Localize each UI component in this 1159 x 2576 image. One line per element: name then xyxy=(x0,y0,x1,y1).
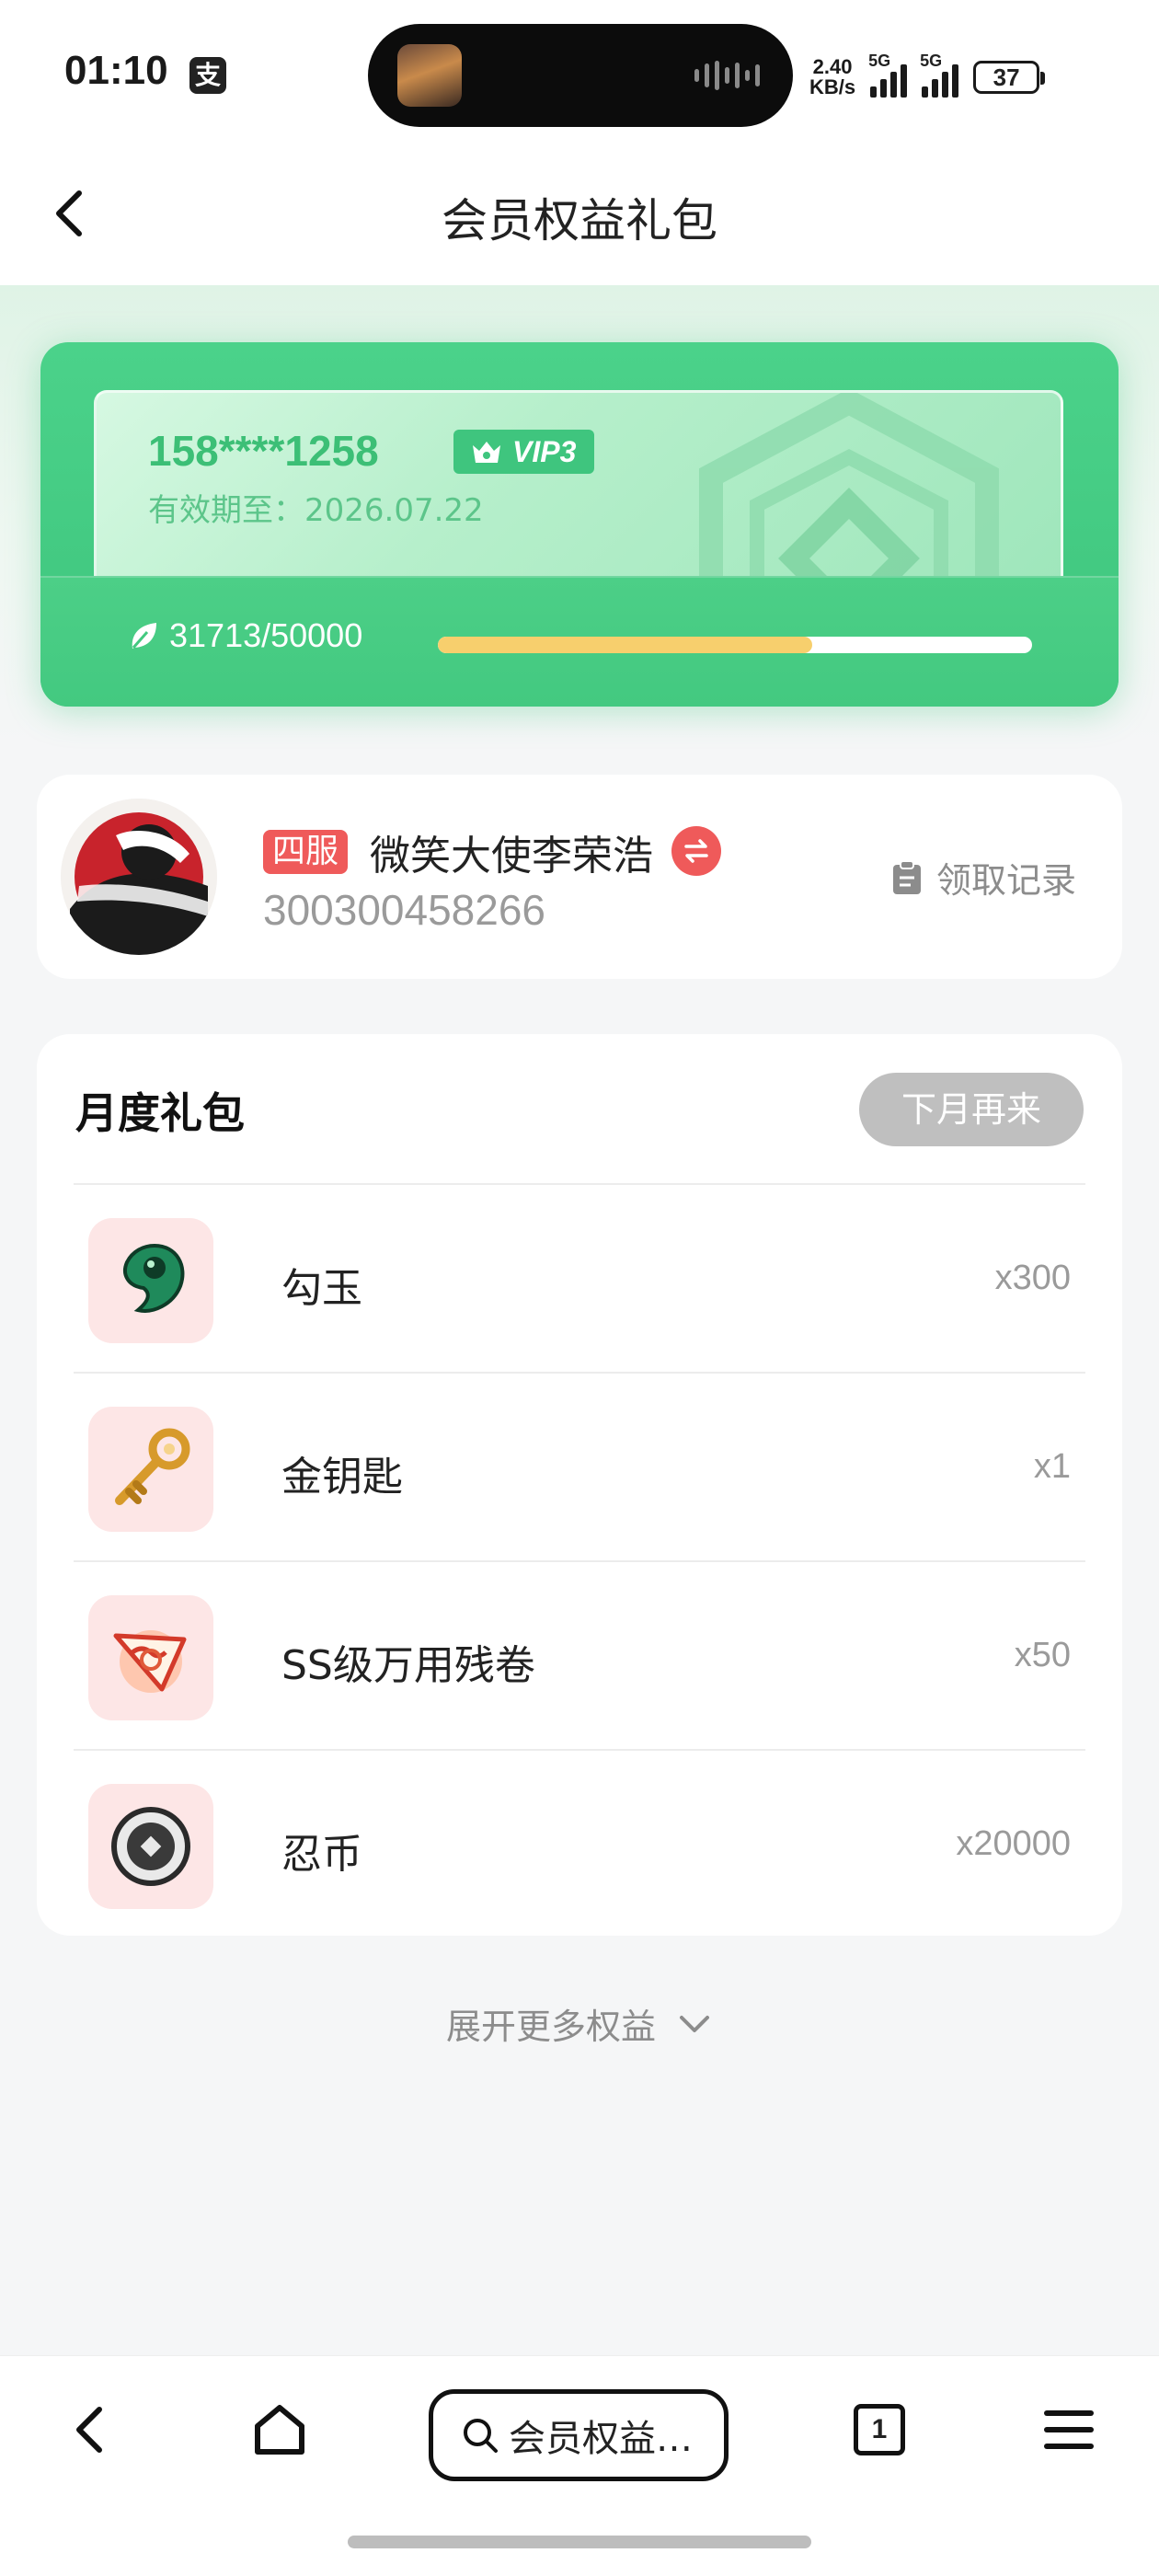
coin-icon xyxy=(88,1784,213,1909)
avatar[interactable] xyxy=(61,799,217,955)
claim-record-link[interactable]: 领取记录 xyxy=(890,852,1076,903)
switch-account-button[interactable] xyxy=(671,826,721,876)
monthly-gift-card: 月度礼包 下月再来 勾玉 x300 金钥匙 x1 SS级万用残卷 x50 忍币 … xyxy=(37,1034,1122,1936)
clipboard-icon xyxy=(892,859,921,894)
tab-count: 1 xyxy=(854,2404,905,2455)
magatama-icon xyxy=(88,1218,213,1343)
member-phone: 158****1258 xyxy=(148,427,379,475)
page-header: 会员权益礼包 xyxy=(0,147,1159,285)
search-icon xyxy=(464,2419,498,2453)
page-title: 会员权益礼包 xyxy=(442,194,717,247)
points-text: 31713/50000 xyxy=(169,616,363,654)
points-bar: 31713/50000 xyxy=(40,576,1119,707)
vip-expiry: 有效期至：2026.07.22 xyxy=(148,492,484,529)
browser-home-button[interactable] xyxy=(243,2393,316,2467)
gift-quantity: x50 xyxy=(1014,1636,1071,1674)
come-back-next-month-button[interactable]: 下月再来 xyxy=(859,1073,1084,1146)
signal-icon: 5G xyxy=(868,52,908,98)
points-progress-track xyxy=(438,637,1032,653)
hamburger-menu-icon xyxy=(1044,2410,1094,2449)
user-card: 四服 微笑大使李荣浩 300300458266 领取记录 xyxy=(37,775,1122,979)
battery-icon: 37 xyxy=(973,61,1046,94)
gift-name: SS级万用残卷 xyxy=(281,1642,535,1689)
gift-list: 勾玉 x300 金钥匙 x1 SS级万用残卷 x50 忍币 x20000 xyxy=(74,1183,1085,1938)
gold-key-icon xyxy=(88,1407,213,1532)
audio-wave-icon xyxy=(694,61,760,90)
gift-name: 金钥匙 xyxy=(281,1454,403,1501)
tabs-button[interactable]: 1 xyxy=(843,2393,916,2467)
character-name: 微笑大使李荣浩 xyxy=(370,833,653,880)
signal-icon: 5G xyxy=(920,52,959,98)
gift-quantity: x300 xyxy=(994,1259,1071,1297)
scroll-icon xyxy=(88,1595,213,1720)
swap-icon xyxy=(684,839,708,863)
chevron-down-icon xyxy=(680,2015,710,2032)
browser-back-button[interactable] xyxy=(53,2393,127,2467)
gift-name: 忍币 xyxy=(281,1831,362,1878)
dynamic-island[interactable] xyxy=(368,24,793,127)
list-item: 忍币 x20000 xyxy=(74,1749,1085,1938)
ninja-avatar-icon xyxy=(61,799,217,955)
status-indicators: 2.40 KB/s 5G 5G 37 xyxy=(809,50,1046,105)
status-bar: 01:10 支 2.40 KB/s 5G 5G 37 xyxy=(0,0,1159,147)
media-thumbnail xyxy=(397,44,462,107)
vip-level-badge: VIP3 xyxy=(453,430,595,474)
user-id: 300300458266 xyxy=(263,886,545,934)
gift-name: 勾玉 xyxy=(281,1265,362,1312)
address-bar[interactable]: 会员权益… xyxy=(429,2389,729,2481)
gift-quantity: x20000 xyxy=(956,1824,1071,1863)
chevron-left-icon xyxy=(76,2407,102,2453)
points-info: 31713/50000 xyxy=(125,616,362,655)
expand-more-benefits[interactable]: 展开更多权益 xyxy=(0,1998,1159,2049)
list-item: 金钥匙 x1 xyxy=(74,1372,1085,1560)
menu-button[interactable] xyxy=(1032,2393,1106,2467)
alipay-icon: 支 xyxy=(189,57,226,94)
section-title: 月度礼包 xyxy=(75,1088,245,1138)
vip-card: 158****1258 VIP3 有效期至：2026.07.22 31713/5… xyxy=(40,342,1119,707)
home-indicator[interactable] xyxy=(348,2536,811,2548)
list-item: 勾玉 x300 xyxy=(74,1183,1085,1372)
status-time: 01:10 xyxy=(64,48,168,93)
gift-quantity: x1 xyxy=(1033,1447,1071,1486)
points-progress-fill xyxy=(438,637,812,653)
home-icon xyxy=(255,2405,304,2455)
crown-icon xyxy=(473,442,500,463)
list-item: SS级万用残卷 x50 xyxy=(74,1560,1085,1749)
server-tag: 四服 xyxy=(263,830,349,874)
address-text: 会员权益… xyxy=(509,2418,693,2460)
leaf-icon xyxy=(132,623,156,649)
network-speed: 2.40 KB/s xyxy=(809,55,856,98)
